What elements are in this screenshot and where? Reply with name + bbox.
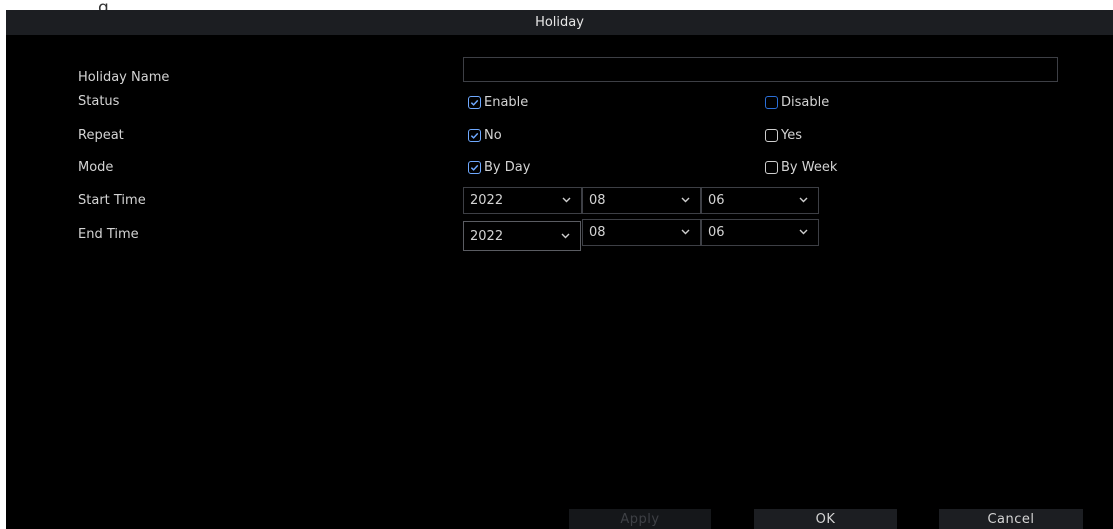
status-disable-checkbox[interactable]: Disable: [765, 93, 829, 111]
dialog-title: Holiday: [6, 10, 1113, 35]
checkbox-unchecked-icon: [765, 160, 778, 174]
start-day-select[interactable]: 06: [701, 187, 819, 214]
repeat-no-checkbox[interactable]: No: [468, 126, 502, 144]
mode-by-day-checkbox[interactable]: By Day: [468, 158, 530, 176]
end-year-select[interactable]: 2022: [463, 221, 581, 251]
chevron-down-icon: [799, 197, 808, 203]
holiday-name-input[interactable]: [463, 57, 1058, 82]
status-disable-label: Disable: [781, 94, 830, 110]
repeat-yes-label: Yes: [781, 127, 802, 143]
apply-button[interactable]: Apply: [569, 509, 711, 529]
chevron-down-icon: [681, 197, 690, 203]
checkbox-checked-icon: [468, 128, 481, 142]
end-month-value: 08: [589, 225, 606, 240]
repeat-no-label: No: [484, 127, 502, 143]
checkbox-unchecked-icon: [765, 128, 778, 142]
mode-by-week-label: By Week: [781, 159, 838, 175]
chevron-down-icon: [561, 233, 570, 239]
end-day-select[interactable]: 06: [701, 219, 819, 246]
start-time-label: Start Time: [78, 193, 146, 208]
end-month-select[interactable]: 08: [582, 219, 701, 246]
chevron-down-icon: [562, 197, 571, 203]
mode-by-week-checkbox[interactable]: By Week: [765, 158, 837, 176]
repeat-label: Repeat: [78, 128, 124, 143]
end-time-label: End Time: [78, 227, 139, 242]
status-enable-label: Enable: [484, 94, 529, 110]
checkbox-checked-icon: [468, 160, 481, 174]
repeat-yes-checkbox[interactable]: Yes: [765, 126, 802, 144]
checkbox-checked-icon: [468, 95, 481, 109]
mode-by-day-label: By Day: [484, 159, 531, 175]
holiday-name-label: Holiday Name: [78, 70, 170, 85]
end-day-value: 06: [708, 225, 725, 240]
background-window-text: g: [98, 0, 109, 10]
ok-button[interactable]: OK: [754, 509, 897, 529]
cancel-button[interactable]: Cancel: [939, 509, 1083, 529]
status-label: Status: [78, 94, 120, 109]
status-enable-checkbox[interactable]: Enable: [468, 93, 528, 111]
start-day-value: 06: [708, 193, 725, 208]
chevron-down-icon: [799, 229, 808, 235]
checkbox-unchecked-icon: [765, 95, 778, 109]
holiday-dialog: Holiday Holiday Name Status Repeat Mode …: [6, 10, 1113, 529]
start-year-value: 2022: [470, 193, 504, 208]
chevron-down-icon: [681, 229, 690, 235]
start-month-select[interactable]: 08: [582, 187, 701, 214]
start-year-select[interactable]: 2022: [463, 187, 582, 214]
end-year-value: 2022: [470, 229, 504, 244]
start-month-value: 08: [589, 193, 606, 208]
mode-label: Mode: [78, 160, 114, 175]
